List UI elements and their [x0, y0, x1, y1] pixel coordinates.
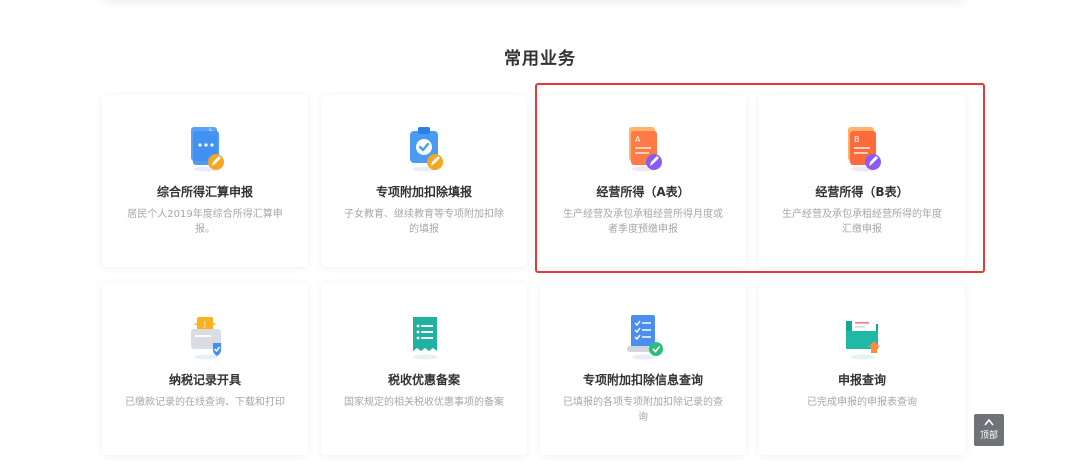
card-business-income-a[interactable]: A 经营所得（A表） 生产经营及承包承租经营所得月度或者季度预缴申报: [540, 95, 746, 267]
card-description: 子女教育、继续教育等专项附加扣除的填报: [344, 209, 504, 235]
card-title: 专项附加扣除填报: [375, 185, 472, 199]
card-business-income-b[interactable]: B 经营所得（B表） 生产经营及承包承租经营所得的年度汇缴申报: [759, 95, 965, 267]
document-pencil-icon: [191, 127, 224, 172]
card-title: 税收优惠备案: [387, 373, 460, 387]
card-title: 综合所得汇算申报: [156, 185, 253, 199]
back-to-top-button[interactable]: 顶部: [974, 414, 1004, 446]
svg-text:A: A: [635, 135, 641, 144]
page: 常用业务 综合所得汇算申报 居民个人2019年度综合所得汇算申报。 专项附加扣除…: [0, 0, 1080, 471]
card-tax-record[interactable]: ! 纳税记录开具 已缴款记录的在线查询、下载和打印: [102, 283, 308, 455]
folder-upload-icon: [846, 318, 880, 360]
tax-record-box-icon: !: [191, 317, 221, 360]
card-special-deduction-query[interactable]: 专项附加扣除信息查询 已填报的各项专项附加扣除记录的查询: [540, 283, 746, 455]
card-description: 已缴款记录的在线查询、下载和打印: [125, 397, 285, 408]
card-tax-incentive-filing[interactable]: 税收优惠备案 国家规定的相关税收优惠事项的备案: [321, 283, 527, 455]
card-description: 生产经营及承包承租经营所得的年度汇缴申报: [782, 209, 942, 235]
card-title: 专项附加扣除信息查询: [582, 373, 703, 387]
card-description: 已填报的各项专项附加扣除记录的查询: [563, 397, 723, 423]
card-description: 居民个人2019年度综合所得汇算申报。: [127, 209, 283, 235]
receipt-list-icon: [413, 317, 437, 360]
form-a-icon: A: [629, 127, 662, 172]
card-title: 经营所得（B表）: [815, 185, 909, 199]
svg-text:B: B: [854, 135, 860, 144]
section-title: 常用业务: [504, 49, 576, 69]
card-filing-query[interactable]: 申报查询 已完成申报的申报表查询: [759, 283, 965, 455]
card-description: 国家规定的相关税收优惠事项的备案: [344, 397, 504, 408]
card-title: 经营所得（A表）: [596, 185, 690, 199]
card-title: 纳税记录开具: [168, 373, 241, 387]
card-title: 申报查询: [837, 373, 886, 387]
form-b-icon: B: [848, 127, 881, 172]
scroll-check-icon: [627, 315, 663, 360]
card-comprehensive-income-filing[interactable]: 综合所得汇算申报 居民个人2019年度综合所得汇算申报。: [102, 95, 308, 267]
back-to-top-label: 顶部: [979, 431, 998, 441]
chevron-up-icon: [984, 418, 994, 426]
card-description: 生产经营及承包承租经营所得月度或者季度预缴申报: [563, 209, 723, 235]
card-special-deduction-filling[interactable]: 专项附加扣除填报 子女教育、继续教育等专项附加扣除的填报: [321, 95, 527, 267]
card-description: 已完成申报的申报表查询: [807, 397, 917, 408]
clipboard-check-icon: [410, 127, 443, 172]
